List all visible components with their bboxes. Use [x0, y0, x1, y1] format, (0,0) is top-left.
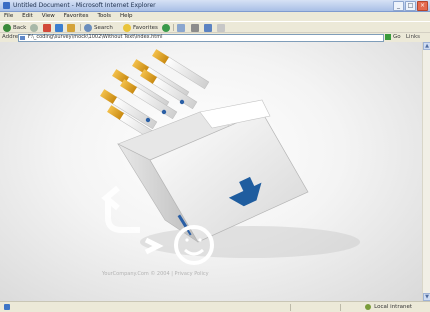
back-button[interactable]: Back: [3, 23, 26, 32]
maximize-button[interactable]: □: [405, 1, 416, 11]
footer-text: YourCompany.Com © 2004 | Privacy Policy: [102, 271, 209, 277]
history-button[interactable]: [162, 23, 172, 32]
address-url: F:\_coding\survey\mock\1002\Without Text…: [28, 34, 163, 40]
status-bar: Local intranet: [0, 301, 430, 312]
search-label: Search: [94, 24, 113, 31]
page-icon: [20, 36, 25, 40]
forward-button[interactable]: [30, 23, 40, 32]
go-label: Go: [393, 34, 401, 40]
discuss-button[interactable]: [217, 23, 227, 32]
go-button[interactable]: Go: [385, 34, 401, 40]
window-controls: _ □ ×: [393, 1, 428, 11]
history-icon: [162, 23, 170, 32]
edit-button[interactable]: [204, 23, 214, 32]
forward-arrow-icon: [30, 23, 38, 32]
home-button[interactable]: [67, 23, 77, 32]
scroll-up-button[interactable]: ▲: [423, 42, 430, 50]
status-divider-2: [340, 304, 341, 311]
menu-help[interactable]: Help: [120, 12, 133, 21]
status-divider: [290, 304, 291, 311]
mail-icon: [177, 23, 185, 32]
status-done: [4, 304, 13, 310]
ie-icon: [3, 2, 10, 9]
status-zone: Local intranet: [365, 304, 412, 310]
stop-icon: [43, 23, 51, 32]
search-button[interactable]: Search: [84, 23, 113, 32]
minimize-button[interactable]: _: [393, 1, 404, 11]
zone-label: Local intranet: [374, 304, 412, 310]
address-field[interactable]: F:\_coding\survey\mock\1002\Without Text…: [18, 34, 384, 42]
refresh-icon: [55, 23, 63, 32]
print-button[interactable]: [191, 23, 201, 32]
curved-arrow-icon: [101, 185, 140, 233]
stop-button[interactable]: [43, 23, 53, 32]
browser-window: Untitled Document - Microsoft Internet E…: [0, 0, 430, 312]
edit-icon: [204, 23, 212, 32]
page-loaded-icon: [4, 304, 10, 310]
discuss-icon: [217, 23, 225, 32]
close-button[interactable]: ×: [417, 1, 428, 11]
search-icon: [84, 23, 92, 32]
favorites-label: Favorites: [133, 24, 158, 31]
back-label: Back: [13, 24, 27, 31]
address-bar: Address F:\_coding\survey\mock\1002\With…: [0, 32, 430, 42]
page-content: YourCompany.Com © 2004 | Privacy Policy: [0, 42, 422, 301]
menu-favorites[interactable]: Favorites: [64, 12, 89, 21]
star-icon: [123, 23, 131, 32]
window-title: Untitled Document - Microsoft Internet E…: [13, 2, 156, 9]
menu-bar: File Edit View Favorites Tools Help: [0, 12, 430, 21]
pack-shadow: [140, 226, 360, 258]
toolbar-separator: [80, 24, 81, 31]
back-arrow-icon: [3, 23, 11, 32]
vertical-scrollbar[interactable]: ▲ ▼: [422, 42, 430, 301]
scroll-down-button[interactable]: ▼: [423, 293, 430, 301]
menu-view[interactable]: View: [42, 12, 55, 21]
menu-file[interactable]: File: [4, 12, 13, 21]
toolbar-separator-2: [173, 24, 174, 31]
intranet-icon: [365, 304, 372, 310]
go-arrow-icon: [385, 34, 391, 40]
printer-icon: [191, 23, 199, 32]
menu-tools[interactable]: Tools: [97, 12, 111, 21]
links-button[interactable]: Links: [406, 34, 420, 40]
home-icon: [67, 23, 75, 32]
favorites-button[interactable]: Favorites: [123, 23, 158, 32]
refresh-button[interactable]: [55, 23, 65, 32]
mail-button[interactable]: [177, 23, 187, 32]
menu-edit[interactable]: Edit: [22, 12, 33, 21]
cigarette-pack-artwork: [100, 49, 360, 265]
title-bar: Untitled Document - Microsoft Internet E…: [0, 0, 430, 12]
